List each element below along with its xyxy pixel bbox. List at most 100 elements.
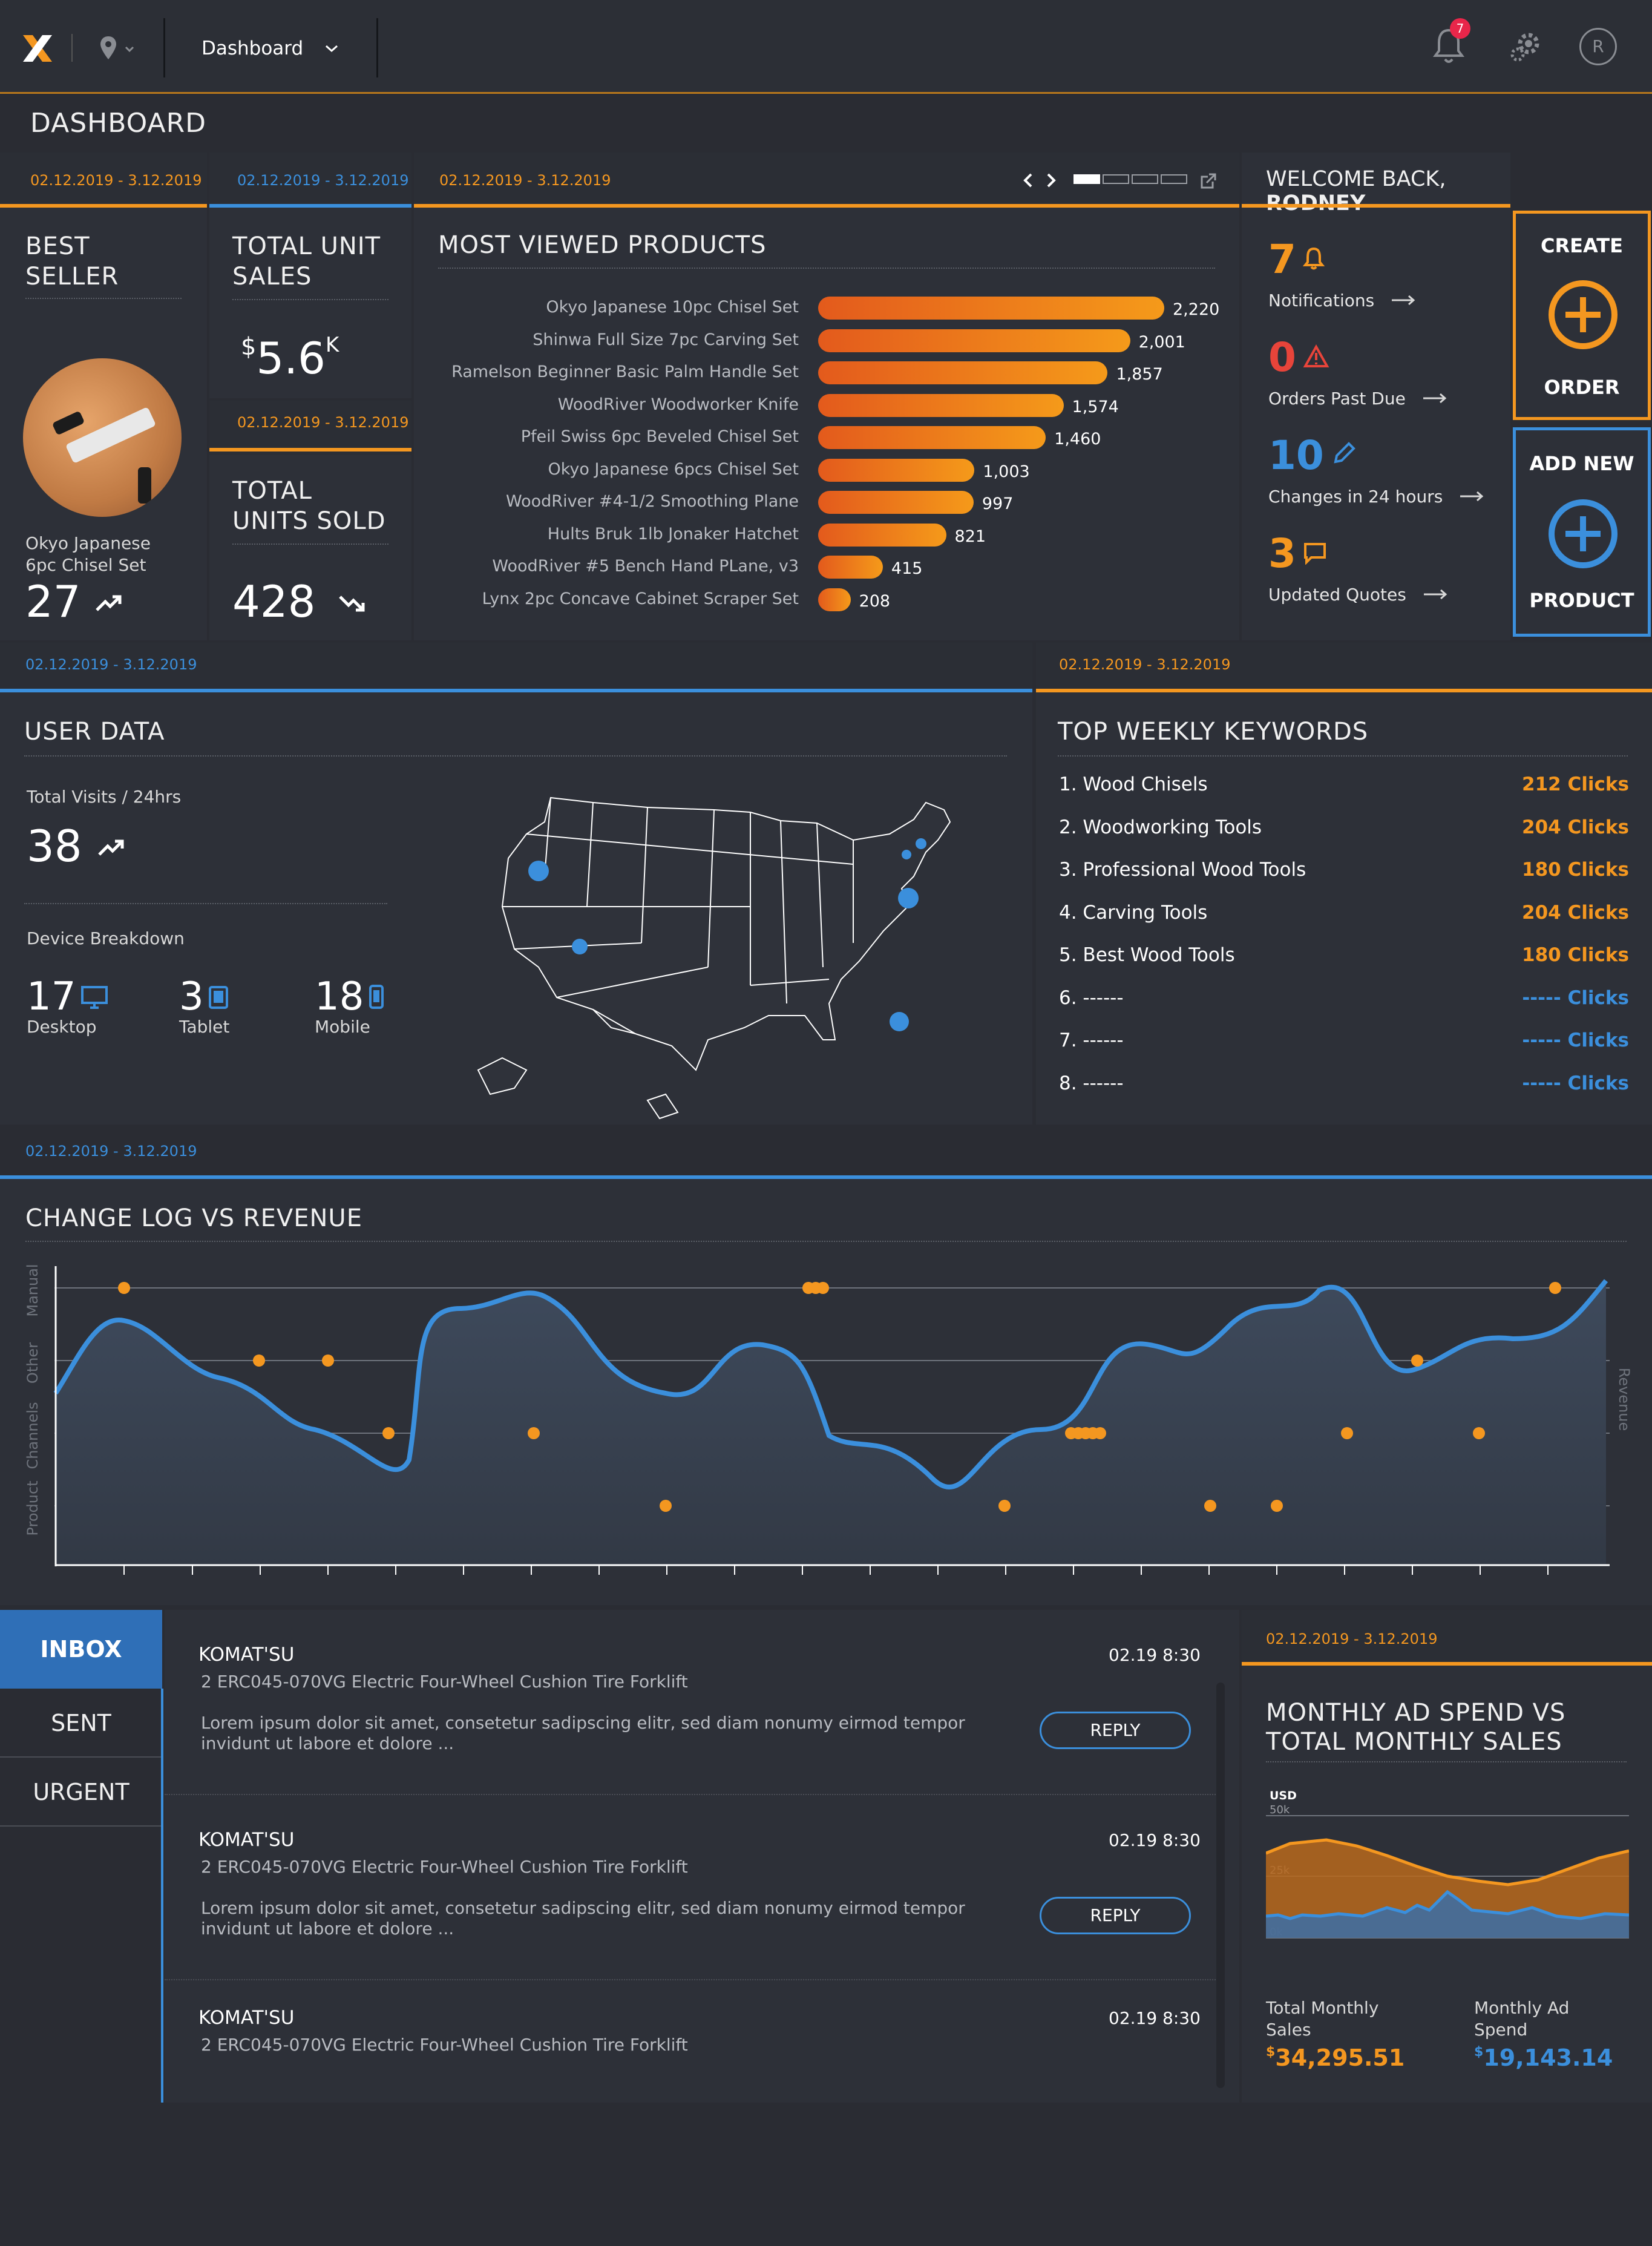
stat-item[interactable]: 3 Updated Quotes [1268, 530, 1498, 615]
svg-text:50k: 50k [1270, 1804, 1290, 1816]
bar[interactable] [818, 426, 1046, 449]
keyword-name: 6. ------ [1059, 987, 1124, 1009]
message-sender: KOMAT'SU [198, 1644, 295, 1666]
bar-label: Okyo Japanese 10pc Chisel Set [546, 298, 799, 317]
stat-value: 0 [1268, 334, 1296, 381]
keyword-row[interactable]: 7. ------ ----- Clicks [1059, 1029, 1629, 1060]
desktop-icon [80, 985, 108, 1012]
external-link-icon[interactable] [1199, 172, 1218, 190]
map-marker [916, 838, 926, 849]
ad-spend-card: 02.12.2019 - 3.12.2019 MONTHLY AD SPEND … [1242, 1610, 1652, 2103]
bar[interactable] [818, 523, 946, 547]
scrollbar[interactable] [1216, 1683, 1225, 2088]
device-stat: 18 Mobile [315, 974, 384, 1037]
keyword-row[interactable]: 1. Wood Chisels 212 Clicks [1059, 773, 1629, 804]
location-pin-icon[interactable] [99, 35, 137, 63]
product-image [23, 358, 182, 517]
tab-urgent[interactable]: URGENT [0, 1758, 162, 1827]
notification-count-badge: 7 [1450, 18, 1470, 39]
mobile-icon [369, 984, 384, 1012]
bar-label: Hults Bruk 1lb Jonaker Hatchet [547, 524, 799, 543]
message-sender: KOMAT'SU [198, 1829, 295, 1851]
bar[interactable] [818, 329, 1130, 352]
keyword-clicks: ----- Clicks [1522, 1029, 1629, 1051]
message-list: KOMAT'SU 02.19 8:30 2 ERC045-070VG Elect… [165, 1610, 1239, 2103]
changelog-card: 02.12.2019 - 3.12.2019 CHANGE LOG VS REV… [0, 1127, 1652, 1605]
bar[interactable] [818, 393, 1064, 417]
stat-label: Notifications [1268, 291, 1375, 310]
bar[interactable] [818, 556, 883, 579]
bar-value: 1,574 [1072, 397, 1119, 416]
bar-label: Shinwa Full Size 7pc Carving Set [533, 330, 799, 349]
arrow-right-icon [1392, 295, 1415, 306]
bar-value: 1,857 [1116, 365, 1163, 384]
device-stat: 3 Tablet [179, 974, 230, 1037]
bar[interactable] [818, 297, 1164, 320]
changelog-chart: Manual Other Channels Product Revenue [24, 1264, 1633, 1575]
bar-value: 997 [982, 494, 1014, 513]
chevron-down-icon [326, 45, 338, 53]
message-item[interactable]: KOMAT'SU 02.19 8:30 2 ERC045-070VG Elect… [165, 2007, 1218, 2103]
bar[interactable] [818, 588, 851, 611]
total-unit-sales-value: $5.6K [241, 333, 339, 384]
chevron-right-icon[interactable] [1043, 171, 1058, 190]
arrow-right-icon [1423, 589, 1447, 600]
stat-label: Orders Past Due [1268, 389, 1406, 409]
map-marker [572, 939, 588, 954]
trend-up-icon [98, 839, 124, 856]
bar-label: WoodRiver #4-1/2 Smoothing Plane [506, 492, 799, 511]
stat-value: 3 [1268, 530, 1296, 577]
most-viewed-title: MOST VIEWED PRODUCTS [438, 231, 767, 259]
tab-sent[interactable]: SENT [0, 1689, 162, 1758]
carousel-pager[interactable] [1073, 174, 1187, 184]
user-data-card: 02.12.2019 - 3.12.2019 USER DATA Total V… [0, 643, 1032, 1125]
message-item[interactable]: KOMAT'SU 02.19 8:30 2 ERC045-070VG Elect… [165, 1644, 1218, 1825]
ad-spend-chart: 50k 25k 0k [1266, 1804, 1629, 1939]
map-marker [528, 861, 549, 881]
keyword-row[interactable]: 2. Woodworking Tools 204 Clicks [1059, 816, 1629, 847]
best-seller-value: 27 [25, 576, 81, 627]
inbox-tabs: INBOX SENT URGENT [0, 1610, 163, 2103]
message-subject: 2 ERC045-070VG Electric Four-Wheel Cushi… [201, 2035, 688, 2055]
date-range: 02.12.2019 - 3.12.2019 [30, 172, 202, 189]
pencil-icon [1334, 442, 1355, 464]
notifications-button[interactable]: 7 [1431, 18, 1473, 68]
monthly-ad-spend-value: $19,143.14 [1474, 2044, 1613, 2071]
settings-gear-icon[interactable] [1507, 27, 1544, 64]
bar[interactable] [818, 361, 1108, 384]
bar-chart: Okyo Japanese 10pc Chisel Set 2,220 Shinwa… [414, 281, 1239, 620]
keyword-row[interactable]: 3. Professional Wood Tools 180 Clicks [1059, 859, 1629, 889]
reply-button[interactable]: REPLY [1040, 1897, 1191, 1934]
y-axis-label-product: Product [24, 1480, 41, 1535]
keyword-row[interactable]: 4. Carving Tools 204 Clicks [1059, 902, 1629, 932]
dashboard-menu[interactable]: Dashboard [202, 38, 339, 59]
keyword-row[interactable]: 8. ------ ----- Clicks [1059, 1072, 1629, 1103]
message-date: 02.19 8:30 [1109, 2008, 1201, 2028]
user-avatar[interactable]: R [1579, 28, 1617, 65]
stat-value: 7 [1268, 236, 1296, 283]
keyword-name: 3. Professional Wood Tools [1059, 859, 1306, 881]
stat-item[interactable]: 10 Changes in 24 hours [1268, 432, 1498, 517]
ad-spend-title: MONTHLY AD SPEND VS [1266, 1699, 1566, 1727]
plus-circle-icon [1549, 280, 1618, 349]
app-logo[interactable] [21, 31, 54, 65]
stat-item[interactable]: 0 Orders Past Due [1268, 334, 1498, 419]
keyword-row[interactable]: 6. ------ ----- Clicks [1059, 987, 1629, 1017]
message-item[interactable]: KOMAT'SU 02.19 8:30 2 ERC045-070VG Elect… [165, 1829, 1218, 2011]
dashboard-menu-label: Dashboard [202, 38, 304, 59]
message-date: 02.19 8:30 [1109, 1645, 1201, 1665]
create-order-button[interactable]: CREATE ORDER [1513, 211, 1651, 420]
chevron-left-icon[interactable] [1021, 171, 1036, 190]
add-product-button[interactable]: ADD NEW PRODUCT [1513, 427, 1651, 637]
message-body: Lorem ipsum dolor sit amet, consetetur s… [201, 1713, 965, 1753]
bar-label: Okyo Japanese 6pcs Chisel Set [548, 459, 799, 479]
bar-value: 415 [891, 559, 923, 578]
bar[interactable] [818, 458, 975, 482]
stat-item[interactable]: 7 Notifications [1268, 236, 1498, 321]
keyword-name: 8. ------ [1059, 1072, 1124, 1094]
total-unit-sales-title: TOTAL UNIT [232, 232, 381, 260]
keyword-row[interactable]: 5. Best Wood Tools 180 Clicks [1059, 944, 1629, 974]
tab-inbox[interactable]: INBOX [0, 1610, 162, 1689]
bar[interactable] [818, 491, 974, 514]
reply-button[interactable]: REPLY [1040, 1712, 1191, 1749]
